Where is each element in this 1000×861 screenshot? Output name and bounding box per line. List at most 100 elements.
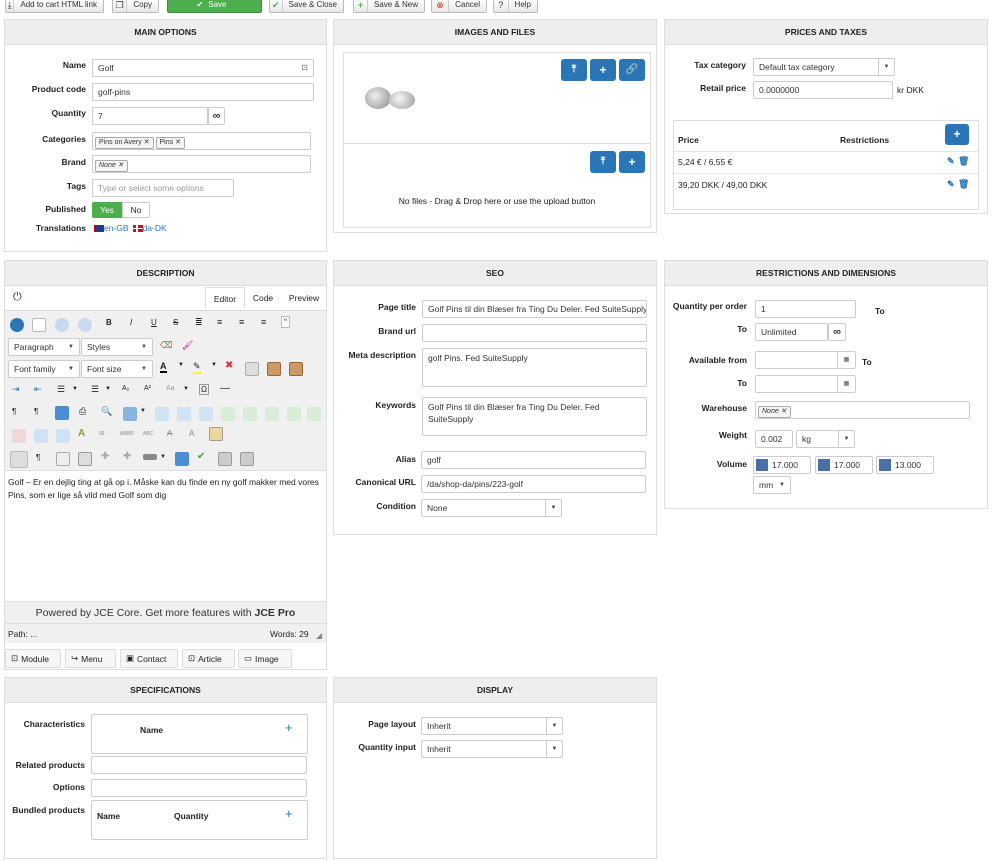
article-button[interactable]: ⊡ Article <box>182 649 235 668</box>
strikethrough-icon[interactable]: S <box>173 318 178 327</box>
omega-icon[interactable]: Ω <box>199 384 209 395</box>
horizontal-rule-icon[interactable]: — <box>220 383 230 394</box>
help-icon[interactable] <box>10 318 24 332</box>
alias-input[interactable]: golf <box>421 451 646 469</box>
calendar-icon[interactable]: ▦ <box>837 352 855 368</box>
ltr-icon[interactable]: ¶ <box>12 407 16 416</box>
infinity-button[interactable]: ∞ <box>208 107 225 125</box>
row-after-icon[interactable] <box>243 407 257 421</box>
brand-select[interactable]: None ✕ <box>92 155 311 173</box>
volume-unit-select[interactable]: mm ▼ <box>753 476 791 494</box>
eraser-icon[interactable]: ⌫ <box>160 340 173 351</box>
chevron-down-icon[interactable]: ▼ <box>140 408 146 414</box>
name-input[interactable]: Golf ⊡ <box>92 59 314 77</box>
add-image-button[interactable]: + <box>590 59 616 81</box>
fullscreen-icon[interactable] <box>55 406 69 420</box>
options-input[interactable] <box>91 779 307 797</box>
power-icon[interactable]: ⏻ <box>13 291 22 304</box>
hr-icon[interactable] <box>143 454 157 460</box>
weight-unit-select[interactable]: kg ▼ <box>796 430 855 448</box>
add-to-cart-html-link-button[interactable]: ⤓ Add to cart HTML link <box>5 0 104 13</box>
new-document-icon[interactable] <box>32 318 46 332</box>
condition-select[interactable]: None ▼ <box>421 499 562 517</box>
related-products-input[interactable] <box>91 756 307 774</box>
chevron-down-icon[interactable]: ▼ <box>160 454 166 460</box>
published-no-button[interactable]: No <box>122 202 150 218</box>
acronym-icon[interactable]: ABC <box>143 431 153 437</box>
file-dropzone[interactable]: ⤒ + No files - Drag & Drop here or use t… <box>343 144 651 228</box>
merge-cells-icon[interactable] <box>34 429 48 443</box>
tax-category-select[interactable]: Default tax category ▼ <box>753 58 895 76</box>
page-layout-select[interactable]: Inherit ▼ <box>421 717 563 735</box>
article-icon[interactable] <box>218 452 232 466</box>
available-from-input[interactable]: ▦ <box>755 351 856 369</box>
align-center-icon[interactable]: ≡ <box>217 317 222 327</box>
edit-icon[interactable]: ✎ <box>947 156 955 167</box>
cancel-button[interactable]: ⊗ Cancel <box>431 0 487 13</box>
table-cell-icon[interactable] <box>199 407 213 421</box>
underline-icon[interactable]: U <box>151 318 157 327</box>
max-quantity-input[interactable]: Unlimited <box>755 323 828 341</box>
menu-button[interactable]: ↪ Menu <box>65 649 116 668</box>
table-icon[interactable] <box>123 407 137 421</box>
jce-pro-link[interactable]: JCE Pro <box>254 607 295 619</box>
abbr-icon[interactable]: ABBR <box>120 431 134 437</box>
warehouse-select[interactable]: None ✕ <box>755 401 970 419</box>
highlight-icon[interactable]: ✎ <box>193 361 201 374</box>
save-button[interactable]: ✔ Save <box>167 0 262 13</box>
chevron-down-icon[interactable]: ▼ <box>105 386 111 392</box>
retail-price-input[interactable]: 0.0000000 <box>753 81 893 99</box>
chevron-down-icon[interactable]: ▼ <box>211 362 217 368</box>
add-bundled-product-icon[interactable]: + <box>285 806 293 821</box>
visual-aid-icon[interactable] <box>10 451 28 468</box>
infinity-button[interactable]: ∞ <box>828 323 846 341</box>
remove-format-icon[interactable]: ✖ <box>225 360 233 371</box>
tab-editor[interactable]: Editor <box>205 287 245 309</box>
undo-icon[interactable] <box>55 318 69 332</box>
italic-icon[interactable]: I <box>130 318 132 327</box>
meta-description-textarea[interactable]: golf Pins. Fed SuiteSupply <box>422 348 647 387</box>
paste-text-icon[interactable] <box>289 362 303 376</box>
row-before-icon[interactable] <box>221 407 235 421</box>
add-characteristic-icon[interactable]: + <box>285 720 293 735</box>
page-title-input[interactable]: Golf Pins til din Blæser fra Ting Du Del… <box>422 300 647 318</box>
cite-icon[interactable]: 66 <box>99 431 105 437</box>
align-left-icon[interactable]: ≡ <box>239 317 244 327</box>
brand-url-input[interactable] <box>422 324 647 342</box>
upload-file-button[interactable]: ⤒ <box>590 151 616 173</box>
ordered-list-icon[interactable]: ☰ <box>57 384 65 395</box>
align-justify-icon[interactable]: ≣ <box>195 317 203 328</box>
subscript-icon[interactable]: A₂ <box>122 385 129 392</box>
image-dropzone[interactable]: ⤒ + 🔗 <box>343 52 651 144</box>
categories-select[interactable]: Pins on Avery ✕ Pins ✕ <box>92 132 311 150</box>
ins-icon[interactable]: A <box>189 429 194 438</box>
canonical-url-input[interactable]: /da/shop-da/pins/223-golf <box>421 475 646 493</box>
layer-icon[interactable] <box>78 452 92 466</box>
table-col-icon[interactable] <box>177 407 191 421</box>
volume-length-input[interactable]: 17.000 <box>753 456 811 474</box>
superscript-icon[interactable]: A² <box>144 385 151 392</box>
attributes-icon[interactable] <box>209 427 223 441</box>
image-icon[interactable] <box>175 452 189 466</box>
search-icon[interactable]: 🔍 <box>101 406 112 417</box>
preview-icon[interactable] <box>240 452 254 466</box>
trash-icon[interactable]: 🗑 <box>958 179 969 190</box>
add-file-button[interactable]: + <box>619 151 645 173</box>
upload-image-button[interactable]: ⤒ <box>561 59 587 81</box>
delete-row-icon[interactable] <box>12 429 26 443</box>
split-cells-icon[interactable] <box>56 429 70 443</box>
blockquote-icon[interactable]: “ <box>281 316 290 328</box>
edit-icon[interactable]: ✎ <box>947 179 955 190</box>
contact-button[interactable]: ▣ Contact <box>120 649 178 668</box>
translation-en-gb[interactable]: en-GB <box>94 223 129 233</box>
quantity-input-select[interactable]: Inherit ▼ <box>421 740 563 758</box>
col-before-icon[interactable] <box>265 407 279 421</box>
rtl-icon[interactable]: ¶ <box>34 407 38 416</box>
text-color-icon[interactable]: A <box>160 361 167 373</box>
font-family-select[interactable]: Font family ▼ <box>8 360 80 378</box>
resize-handle-icon[interactable]: ◢ <box>316 631 322 640</box>
copy-button[interactable]: ❐ Copy <box>112 0 159 13</box>
published-yes-button[interactable]: Yes <box>92 202 122 218</box>
bold-icon[interactable]: B <box>106 318 112 327</box>
editor-content[interactable]: Golf – Er en dejlig ting at gå op i. Mås… <box>8 476 320 501</box>
